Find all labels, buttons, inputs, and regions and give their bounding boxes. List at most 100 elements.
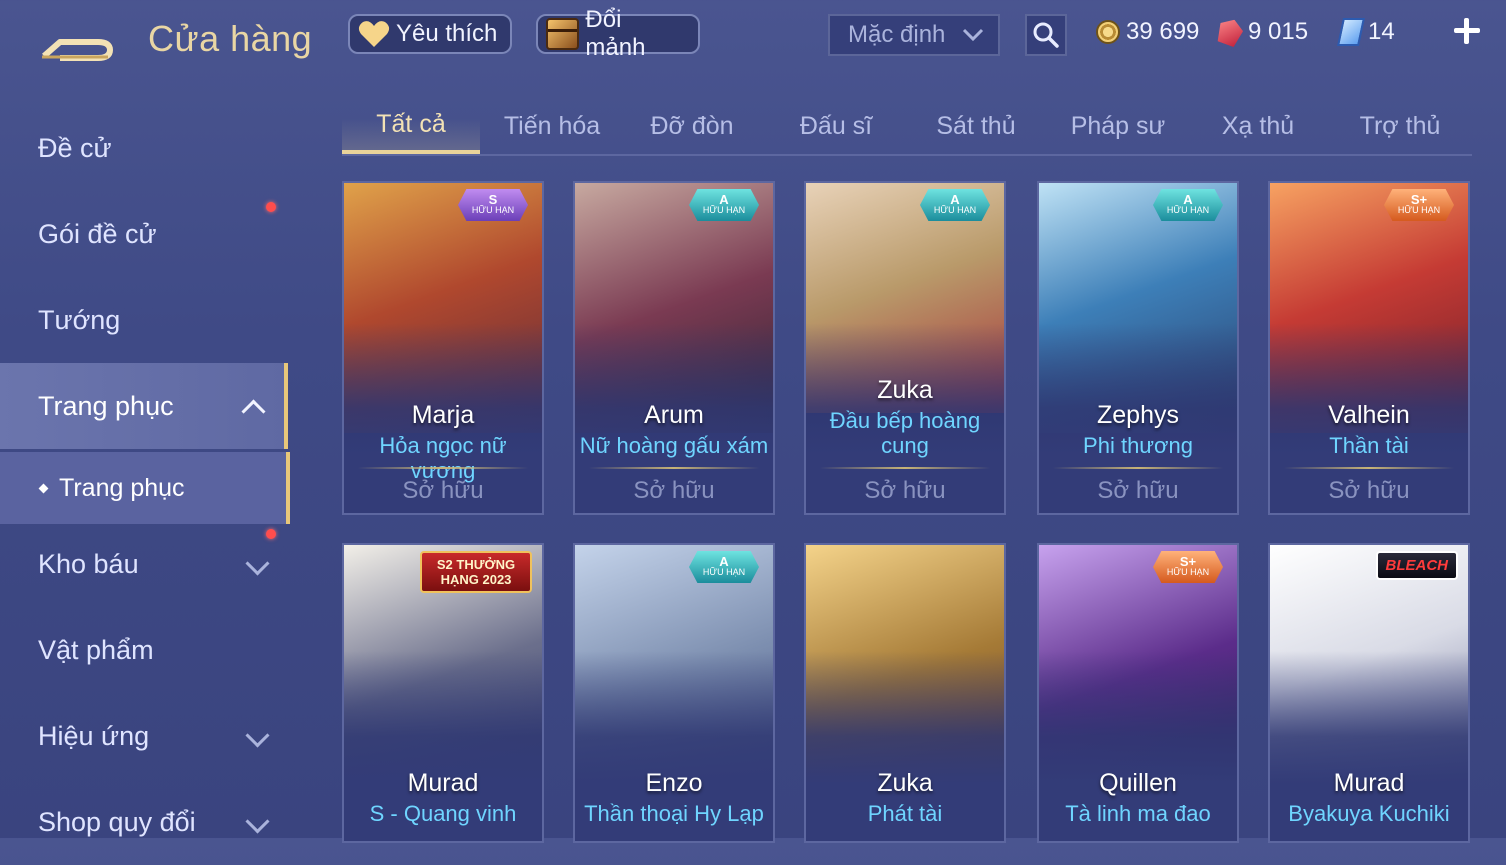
skin-name: Thần tài [1329,433,1409,458]
sidebar-item-skins[interactable]: Trang phục [0,363,288,449]
search-button[interactable] [1025,14,1067,56]
notification-dot [266,202,276,212]
exchange-shards-button[interactable]: Đổi mảnh [536,6,700,61]
sidebar: Đề cử Gói đề cử Tướng Trang phục Trang p… [0,105,290,838]
hero-name: Enzo [645,769,703,797]
tab-tank[interactable]: Đỡ đòn [622,98,762,154]
rank-badge: A HỮU HẠN [1153,189,1223,221]
tab-marksman[interactable]: Xạ thủ [1188,98,1328,154]
diamond-bullet-icon [38,483,49,493]
skin-name: Nữ hoàng gấu xám [579,433,769,458]
ruby-currency: 9 015 [1218,16,1308,48]
sort-value: Mặc định [848,21,946,48]
skin-name: Phi thương [1083,433,1193,458]
skin-name: Thần thoại Hy Lạp [584,801,764,826]
tab-mage[interactable]: Pháp sư [1048,98,1188,154]
search-icon [1033,22,1059,48]
skin-card[interactable]: A HỮU HẠN Arum Nữ hoàng gấu xám Sở hữu [573,181,775,515]
tab-fighter[interactable]: Đấu sĩ [766,98,906,154]
hero-name: Arum [644,401,704,429]
skin-card[interactable]: S+ HỮU HẠN Valhein Thần tài Sở hữu [1268,181,1470,515]
hero-name: Murad [407,769,479,797]
rank-badge: A HỮU HẠN [689,551,759,583]
owned-status: Sở hữu [633,477,715,504]
skin-name: S - Quang vinh [369,801,517,826]
sidebar-item-treasure[interactable]: Kho báu [0,521,288,607]
sidebar-item-label: Tướng [38,304,121,335]
voucher-currency: 14 [1337,16,1395,48]
back-button[interactable] [38,20,118,62]
tab-evolution[interactable]: Tiến hóa [482,98,622,154]
skin-name: Hỏa ngọc nữ vương [379,433,507,483]
sidebar-item-label: Vật phẩm [38,634,154,665]
skin-card[interactable]: Zuka Phát tài [804,543,1006,843]
heart-icon [358,21,390,47]
sidebar-item-heroes[interactable]: Tướng [0,277,288,363]
sidebar-item-items[interactable]: Vật phẩm [0,607,288,693]
role-tabs: Tất cả Tiến hóa Đỡ đòn Đấu sĩ Sát thủ Ph… [342,98,1472,156]
chest-icon [546,18,580,50]
rank-badge: S HỮU HẠN [458,189,528,221]
skin-card[interactable]: A HỮU HẠN Zephys Phi thương Sở hữu [1037,181,1239,515]
sidebar-item-label: Gói đề cử [38,218,157,249]
sidebar-item-label: Hiệu ứng [38,720,150,751]
sidebar-item-label: Đề cử [38,132,112,163]
hero-name: Valhein [1328,401,1410,429]
sidebar-subitem-label: Trang phục [59,473,185,502]
tab-assassin[interactable]: Sát thủ [906,98,1046,154]
season-rank-badge: S2 THƯỞNG HẠNG 2023 [420,551,532,593]
rank-badge: A HỮU HẠN [920,189,990,221]
owned-status: Sở hữu [864,477,946,504]
hero-name: Zephys [1097,401,1179,429]
skin-name: Tà linh ma đao [1065,801,1211,826]
ruby-amount: 9 015 [1248,18,1309,45]
chevron-down-icon [245,809,270,834]
skin-card[interactable]: A HỮU HẠN Zuka Đầu bếp hoàng cung Sở hữu [804,181,1006,515]
rank-badge: S+ HỮU HẠN [1384,189,1454,221]
skin-card[interactable]: A HỮU HẠN Enzo Thần thoại Hy Lạp [573,543,775,843]
skin-card[interactable]: S2 THƯỞNG HẠNG 2023 Murad S - Quang vinh [342,543,544,843]
sidebar-item-effects[interactable]: Hiệu ứng [0,693,288,779]
chevron-up-icon [241,399,266,424]
owned-status: Sở hữu [1097,477,1179,504]
hero-name: Zuka [877,769,933,797]
chevron-down-icon [245,723,270,748]
sidebar-subitem-skins[interactable]: Trang phục [0,452,290,524]
sidebar-item-featured[interactable]: Đề cử [0,105,288,191]
owned-status: Sở hữu [402,477,484,504]
tab-support[interactable]: Trợ thủ [1330,98,1470,154]
gold-coin-icon [1096,20,1120,44]
hero-name: Quillen [1099,769,1177,797]
sort-dropdown[interactable]: Mặc định [828,14,1000,56]
sidebar-item-label: Shop quy đổi [38,806,196,837]
skin-card[interactable]: S HỮU HẠN Marja Hỏa ngọc nữ vương Sở hữu [342,181,544,515]
chevron-down-icon [245,551,270,576]
skin-name: Byakuya Kuchiki [1288,801,1450,826]
exchange-label: Đổi mảnh [585,6,646,61]
skin-card[interactable]: BLEACH Murad Byakuya Kuchiki [1268,543,1470,843]
ruby-icon [1214,16,1245,49]
rank-badge: S+ HỮU HẠN [1153,551,1223,583]
skin-card[interactable]: S+ HỮU HẠN Quillen Tà linh ma đao [1037,543,1239,843]
owned-status: Sở hữu [1328,477,1410,504]
gold-amount: 39 699 [1126,18,1200,45]
skin-name: Đầu bếp hoàng cung [829,408,981,458]
tab-all[interactable]: Tất cả [342,98,480,154]
add-currency-button[interactable] [1452,16,1482,46]
hero-name: Marja [411,401,475,429]
collab-badge: BLEACH [1375,551,1458,580]
favorites-button[interactable]: Yêu thích [348,14,512,54]
rank-badge: A HỮU HẠN [689,189,759,221]
page-title: Cửa hàng [148,18,313,59]
sidebar-item-label: Trang phục [38,390,174,421]
sidebar-item-label: Kho báu [38,548,139,579]
skin-name: Phát tài [867,801,943,826]
voucher-amount: 14 [1368,18,1395,45]
voucher-icon [1337,18,1365,46]
chevron-down-icon [962,28,984,42]
hero-name: Murad [1333,769,1405,797]
sidebar-item-bundles[interactable]: Gói đề cử [0,191,288,277]
back-arrow-icon [42,39,113,61]
gold-currency: 39 699 [1096,16,1199,48]
sidebar-item-exchange-shop[interactable]: Shop quy đổi [0,779,288,865]
